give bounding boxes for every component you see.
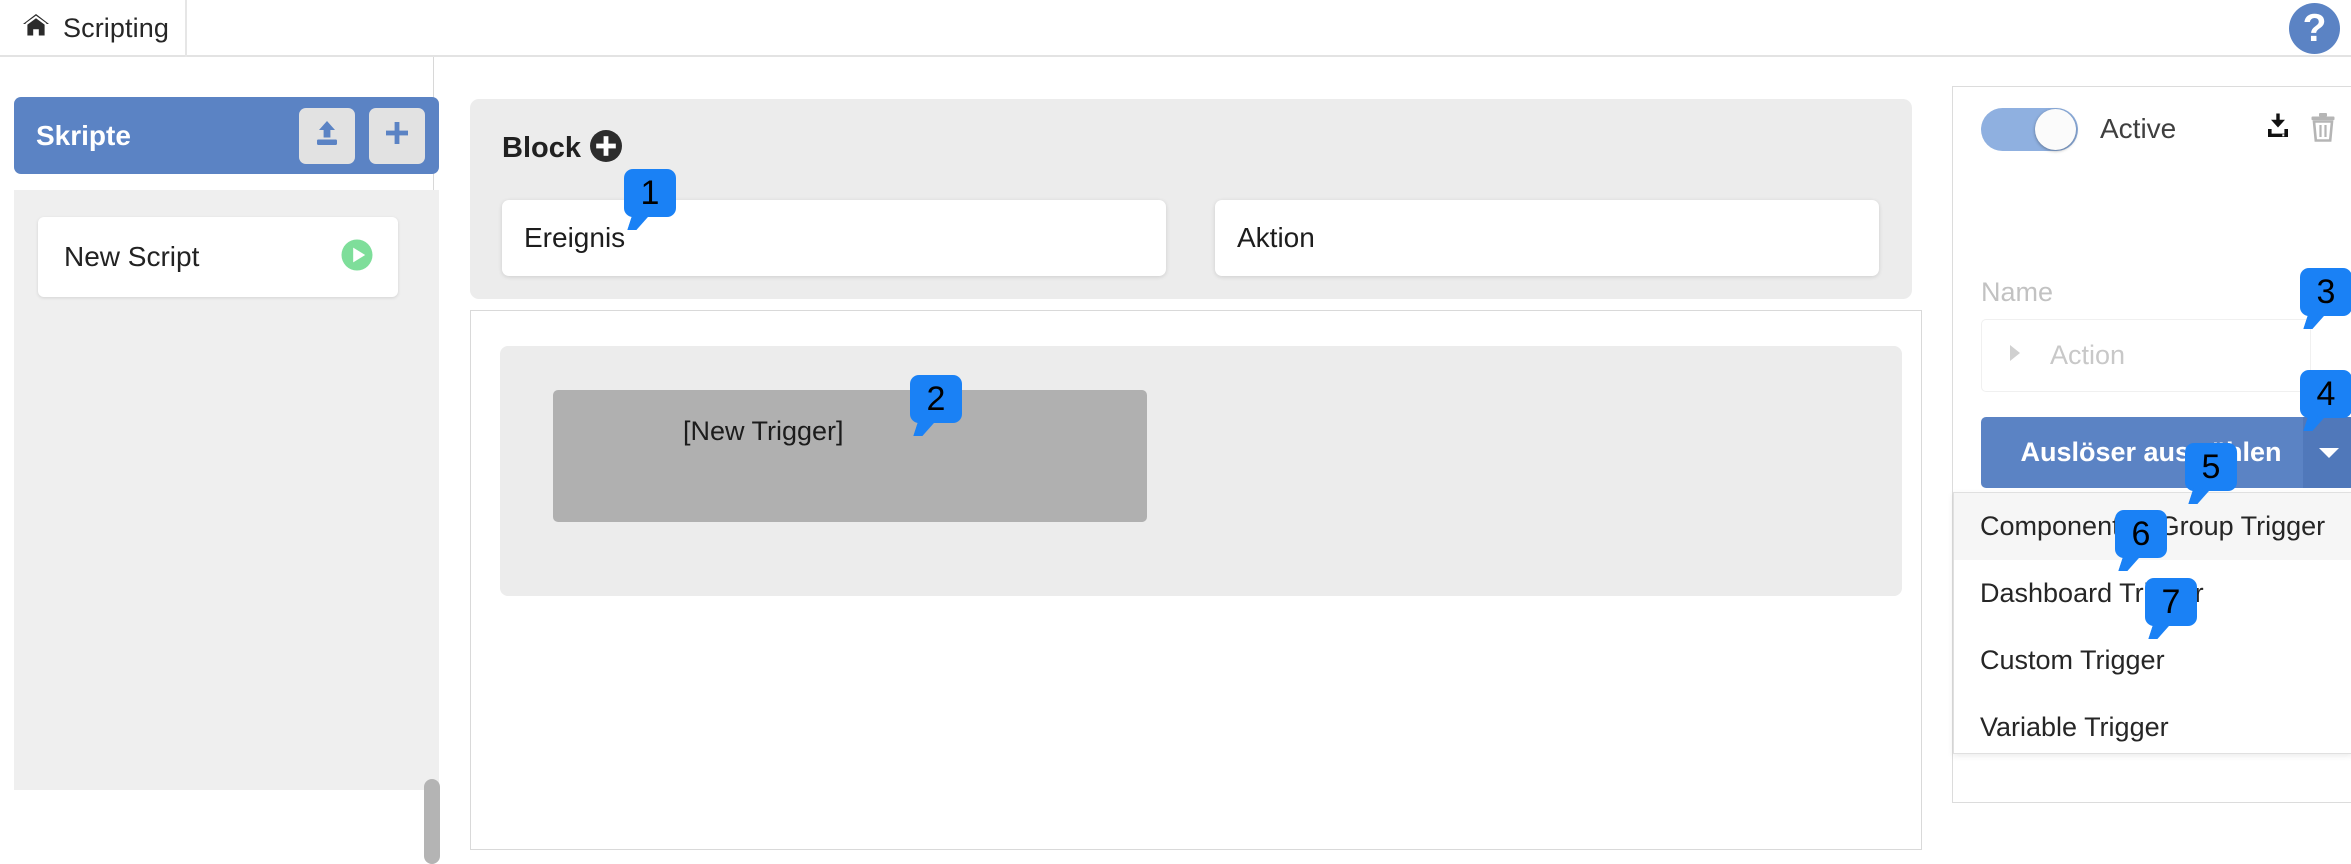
home-icon <box>22 13 50 44</box>
play-icon[interactable] <box>340 238 374 277</box>
event-slot-label: Ereignis <box>524 222 626 253</box>
canvas-panel: [New Trigger] <box>470 310 1922 850</box>
dropdown-item-variable-trigger[interactable]: Variable Trigger <box>1954 694 2351 761</box>
top-bar: Scripting ? <box>0 0 2351 57</box>
tab-scripting[interactable]: Scripting <box>0 0 187 57</box>
block-label: Block <box>502 132 581 164</box>
block-panel: Block Ereignis Aktion <box>470 99 1912 299</box>
script-name: New Script <box>64 241 200 272</box>
active-label: Active <box>2100 113 2177 144</box>
dropdown-item-component-or-group-trigger[interactable]: Component or Group Trigger <box>1954 493 2351 560</box>
sidebar-scrollbar[interactable] <box>424 779 440 864</box>
action-row-label: Action <box>2050 340 2126 370</box>
caret-down-icon[interactable] <box>2303 417 2351 488</box>
action-expander-row[interactable]: Action <box>1981 319 2311 392</box>
trash-icon[interactable] <box>2308 111 2338 148</box>
trigger-block[interactable]: [New Trigger] <box>553 390 1147 522</box>
toggle-knob <box>2035 108 2076 150</box>
plus-circle-icon[interactable] <box>589 129 623 168</box>
add-script-button[interactable] <box>369 107 425 164</box>
download-icon[interactable] <box>2262 111 2294 148</box>
caret-right-icon[interactable] <box>2008 344 2022 367</box>
upload-script-button[interactable] <box>299 107 355 164</box>
upload-icon <box>312 118 342 153</box>
sidebar: Skripte New Script <box>0 57 440 864</box>
block-header: Block <box>502 129 623 168</box>
trigger-dropdown-menu: Component or Group Trigger Dashboard Tri… <box>1953 492 2351 754</box>
main-content: Block Ereignis Aktion [New Trigger] <box>440 57 1940 850</box>
trigger-area: [New Trigger] <box>500 346 1902 596</box>
select-trigger-button[interactable]: Auslöser auswählen <box>1981 417 2351 488</box>
action-slot[interactable]: Aktion <box>1215 200 1879 276</box>
scripts-header: Skripte <box>14 97 439 174</box>
plus-icon <box>382 118 412 153</box>
properties-toolbar: Active <box>1953 87 2351 171</box>
tab-label: Scripting <box>63 13 169 43</box>
active-toggle[interactable] <box>1981 107 2078 151</box>
event-slot[interactable]: Ereignis <box>502 200 1166 276</box>
trigger-block-label: [New Trigger] <box>683 416 844 446</box>
script-list: New Script <box>14 190 439 790</box>
name-label: Name <box>1981 277 2054 307</box>
list-item[interactable]: New Script <box>38 217 398 297</box>
scripts-title: Skripte <box>36 119 131 151</box>
dropdown-item-dashboard-trigger[interactable]: Dashboard Trigger <box>1954 560 2351 627</box>
sidebar-inner: Skripte New Script <box>0 57 440 864</box>
action-slot-label: Aktion <box>1237 222 1315 253</box>
dropdown-item-custom-trigger[interactable]: Custom Trigger <box>1954 627 2351 694</box>
properties-panel: Active Name Action Auslöser auswählen Co… <box>1952 86 2351 803</box>
help-icon[interactable]: ? <box>2289 3 2340 54</box>
select-trigger-label: Auslöser auswählen <box>2020 437 2282 467</box>
